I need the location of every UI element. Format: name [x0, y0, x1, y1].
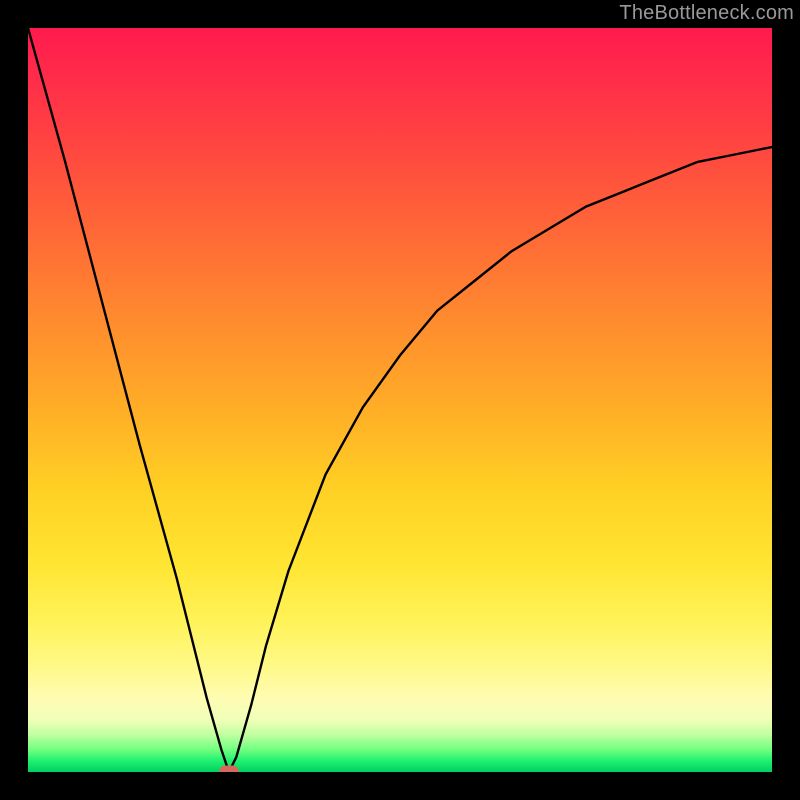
- watermark-text: TheBottleneck.com: [619, 2, 794, 25]
- chart-frame: TheBottleneck.com: [0, 0, 800, 800]
- bottleneck-curve: [28, 28, 772, 772]
- optimum-marker: [219, 766, 239, 773]
- curve-layer: [28, 28, 772, 772]
- plot-area: [28, 28, 772, 772]
